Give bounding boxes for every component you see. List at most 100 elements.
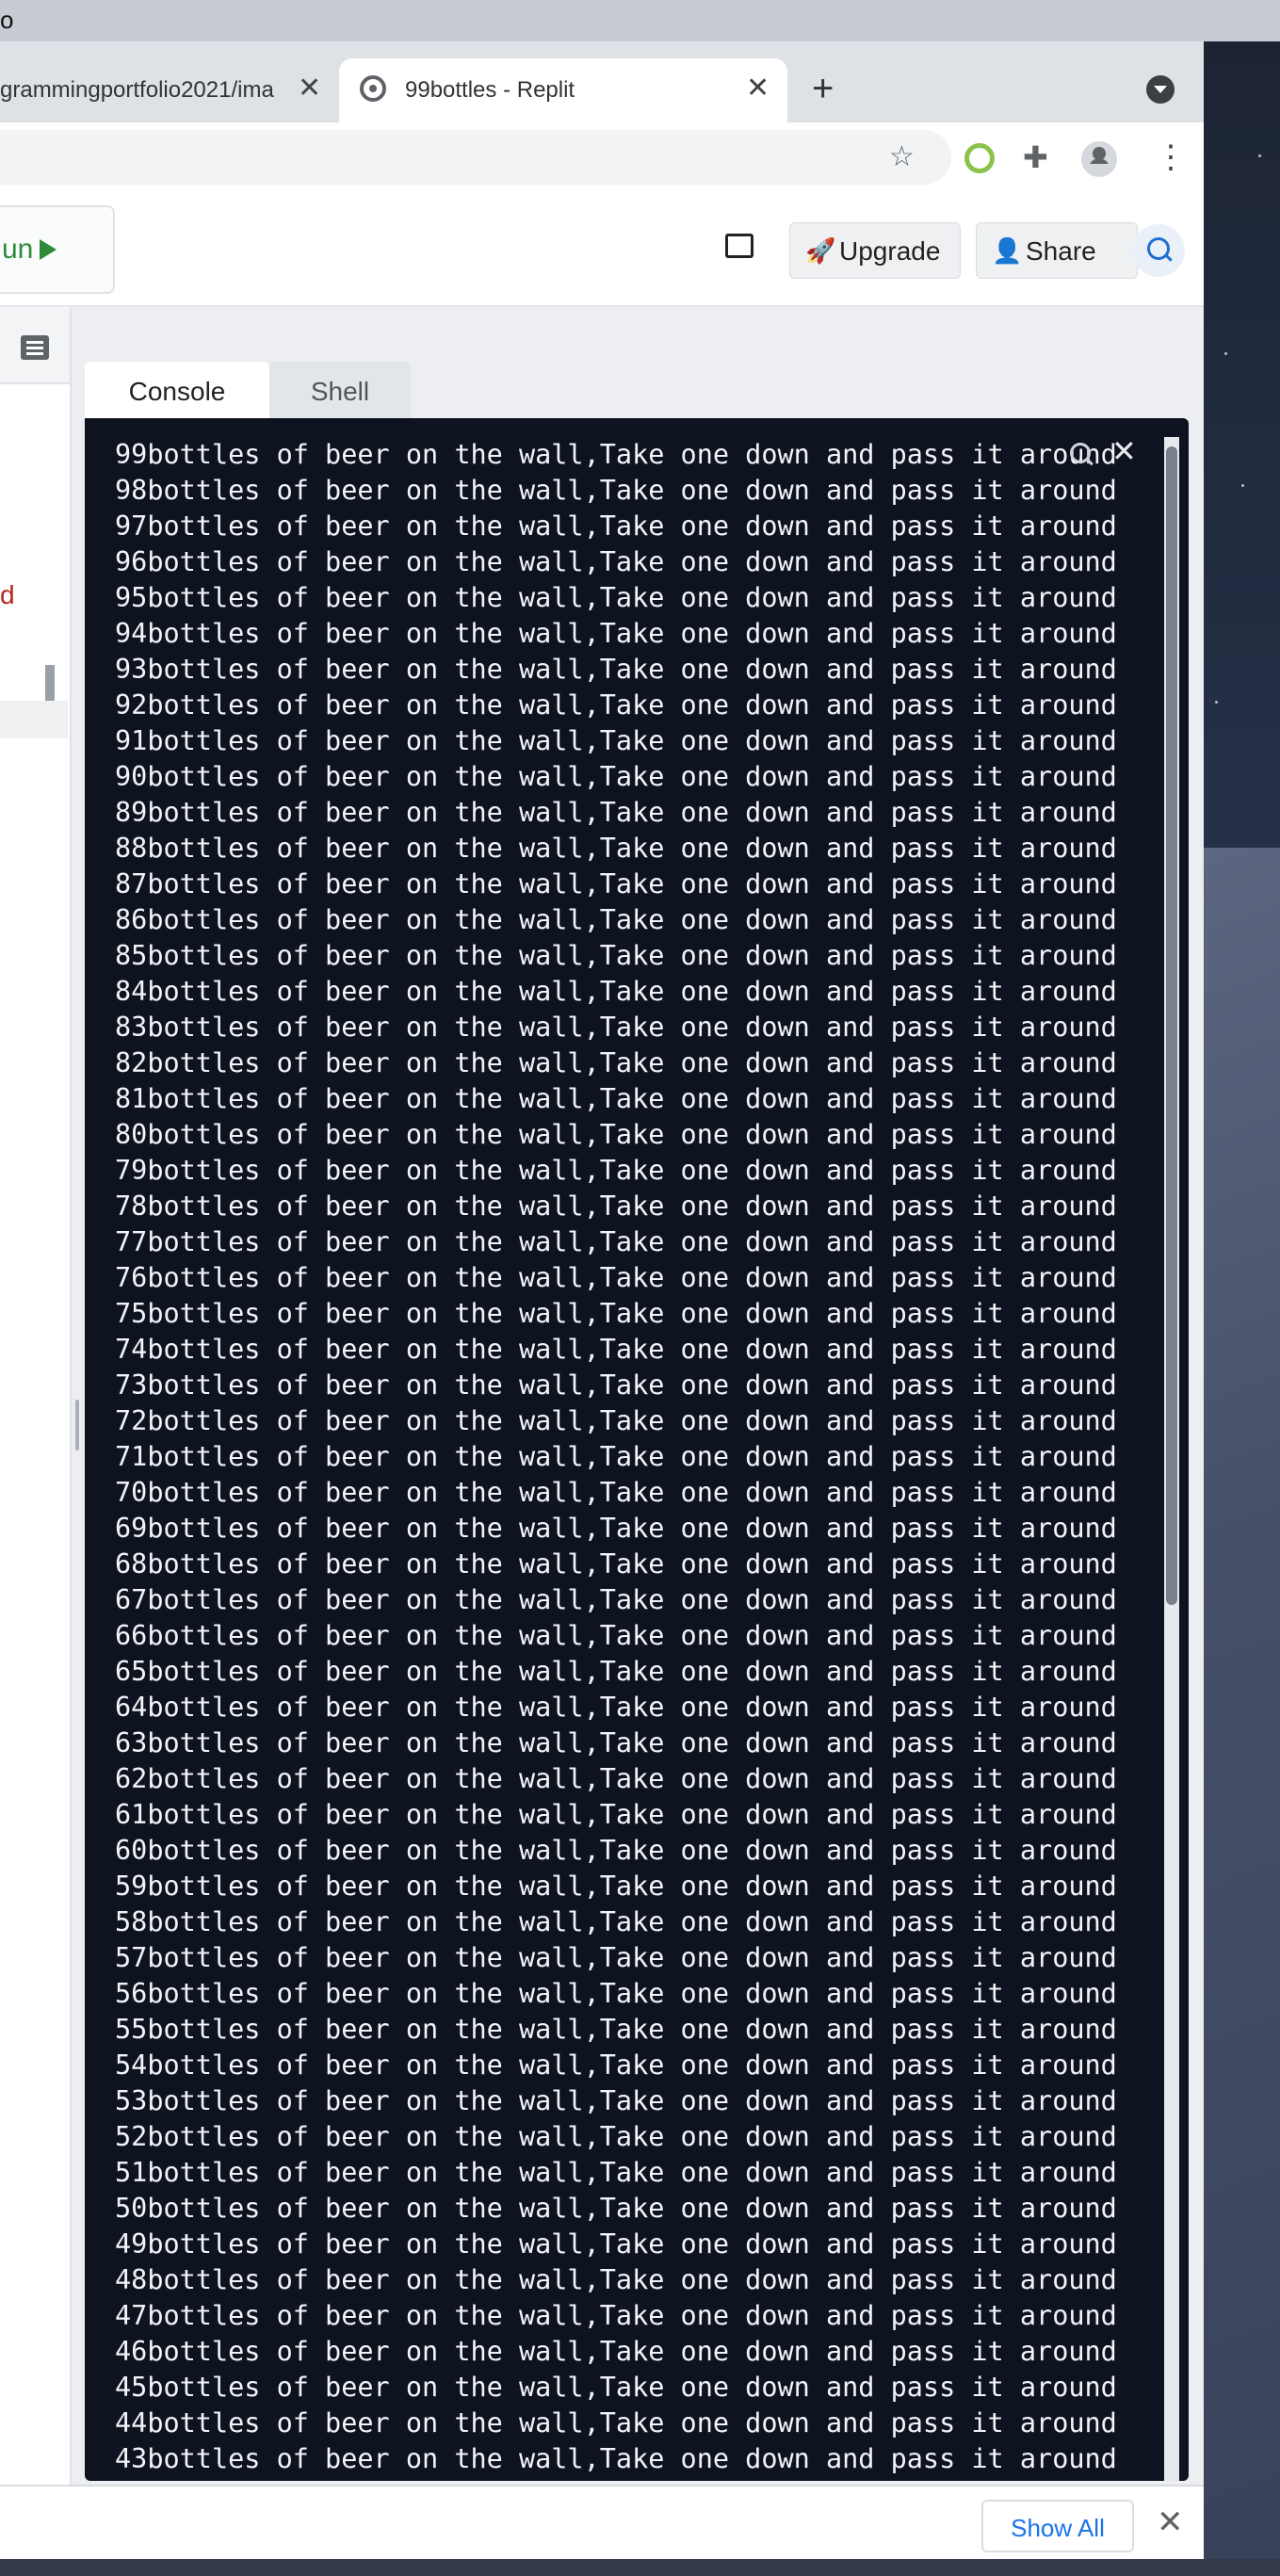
console-line: 58bottles of beer on the wall,Take one d… bbox=[115, 1906, 1117, 1937]
close-icon[interactable]: ✕ bbox=[1157, 2503, 1184, 2541]
console-line: 83bottles of beer on the wall,Take one d… bbox=[115, 1012, 1117, 1043]
console-output[interactable]: 99bottles of beer on the wall,Take one d… bbox=[85, 418, 1189, 2481]
console-line: 49bottles of beer on the wall,Take one d… bbox=[115, 2228, 1117, 2260]
close-icon[interactable]: ✕ bbox=[298, 72, 321, 105]
console-line: 64bottles of beer on the wall,Take one d… bbox=[115, 1692, 1117, 1723]
tab-title: 99bottles - Replit bbox=[405, 77, 575, 103]
console-line: 84bottles of beer on the wall,Take one d… bbox=[115, 976, 1117, 1007]
console-line: 59bottles of beer on the wall,Take one d… bbox=[115, 1871, 1117, 1902]
kebab-menu-icon[interactable]: ⋮ bbox=[1155, 141, 1187, 173]
console-line: 63bottles of beer on the wall,Take one d… bbox=[115, 1727, 1117, 1758]
share-label: Share bbox=[1026, 236, 1096, 266]
console-line: 81bottles of beer on the wall,Take one d… bbox=[115, 1083, 1117, 1114]
console-line: 89bottles of beer on the wall,Take one d… bbox=[115, 797, 1117, 828]
close-icon[interactable]: ✕ bbox=[1111, 433, 1137, 469]
console-line: 90bottles of beer on the wall,Take one d… bbox=[115, 761, 1117, 792]
extension-status-icon[interactable] bbox=[964, 143, 995, 173]
run-button[interactable]: un bbox=[0, 205, 115, 294]
replit-header: un 🚀 Upgrade 👤 Share bbox=[0, 192, 1204, 307]
console-line: 51bottles of beer on the wall,Take one d… bbox=[115, 2157, 1117, 2188]
macos-menubar: o bbox=[0, 0, 1280, 41]
console-line: 77bottles of beer on the wall,Take one d… bbox=[115, 1226, 1117, 1257]
editor-panel: d bbox=[0, 307, 72, 2485]
console-line: 53bottles of beer on the wall,Take one d… bbox=[115, 2085, 1117, 2116]
console-line: 61bottles of beer on the wall,Take one d… bbox=[115, 1799, 1117, 1830]
download-bar: Show All ✕ bbox=[0, 2485, 1204, 2561]
console-line: 88bottles of beer on the wall,Take one d… bbox=[115, 833, 1117, 864]
console-line: 92bottles of beer on the wall,Take one d… bbox=[115, 689, 1117, 721]
console-line: 70bottles of beer on the wall,Take one d… bbox=[115, 1477, 1117, 1508]
editor-panel-header bbox=[0, 307, 70, 384]
console-line: 71bottles of beer on the wall,Take one d… bbox=[115, 1441, 1117, 1472]
add-person-icon: 👤 bbox=[992, 236, 1023, 265]
console-line: 82bottles of beer on the wall,Take one d… bbox=[115, 1047, 1117, 1078]
console-line: 79bottles of beer on the wall,Take one d… bbox=[115, 1155, 1117, 1186]
show-all-button[interactable]: Show All bbox=[981, 2500, 1134, 2552]
pane-resize-handle[interactable] bbox=[75, 1400, 79, 1450]
dock-strip bbox=[0, 2559, 1280, 2576]
console-line: 56bottles of beer on the wall,Take one d… bbox=[115, 1978, 1117, 2009]
console-line: 45bottles of beer on the wall,Take one d… bbox=[115, 2372, 1117, 2403]
search-icon[interactable] bbox=[1070, 443, 1091, 463]
upgrade-button[interactable]: 🚀 Upgrade bbox=[789, 222, 961, 279]
desktop-dune bbox=[1204, 848, 1280, 2576]
scrollbar-thumb[interactable] bbox=[1166, 446, 1177, 1605]
new-tab-button[interactable]: + bbox=[812, 70, 834, 107]
file-tree-icon[interactable] bbox=[21, 335, 49, 360]
console-line: 57bottles of beer on the wall,Take one d… bbox=[115, 1942, 1117, 1973]
console-line: 60bottles of beer on the wall,Take one d… bbox=[115, 1835, 1117, 1866]
console-line: 73bottles of beer on the wall,Take one d… bbox=[115, 1369, 1117, 1401]
console-line: 99bottles of beer on the wall,Take one d… bbox=[115, 439, 1117, 470]
console-line: 44bottles of beer on the wall,Take one d… bbox=[115, 2407, 1117, 2438]
console-line: 46bottles of beer on the wall,Take one d… bbox=[115, 2336, 1117, 2367]
close-icon[interactable]: ✕ bbox=[746, 72, 770, 105]
tab-strip: grammingportfolio2021/ima ✕ 99bottles - … bbox=[0, 41, 1204, 122]
profile-icon[interactable] bbox=[1081, 141, 1117, 177]
console-line: 97bottles of beer on the wall,Take one d… bbox=[115, 510, 1117, 542]
console-lines: 99bottles of beer on the wall,Take one d… bbox=[115, 437, 1117, 2477]
browser-tab-replit[interactable]: 99bottles - Replit ✕ bbox=[339, 58, 787, 122]
console-line: 69bottles of beer on the wall,Take one d… bbox=[115, 1513, 1117, 1544]
star-icon[interactable]: ☆ bbox=[889, 141, 915, 173]
console-line: 72bottles of beer on the wall,Take one d… bbox=[115, 1405, 1117, 1436]
console-line: 48bottles of beer on the wall,Take one d… bbox=[115, 2264, 1117, 2295]
console-line: 93bottles of beer on the wall,Take one d… bbox=[115, 654, 1117, 685]
replit-favicon-icon bbox=[360, 75, 386, 102]
console-line: 68bottles of beer on the wall,Take one d… bbox=[115, 1548, 1117, 1580]
console-scrollbar[interactable] bbox=[1164, 437, 1179, 2481]
browser-window: grammingportfolio2021/ima ✕ 99bottles - … bbox=[0, 41, 1204, 2561]
console-line: 65bottles of beer on the wall,Take one d… bbox=[115, 1656, 1117, 1687]
show-all-label: Show All bbox=[1011, 2514, 1105, 2542]
console-line: 67bottles of beer on the wall,Take one d… bbox=[115, 1584, 1117, 1615]
console-line: 96bottles of beer on the wall,Take one d… bbox=[115, 546, 1117, 577]
puzzle-icon[interactable]: ✚ bbox=[1023, 141, 1048, 173]
tab-console[interactable]: Console bbox=[85, 362, 269, 418]
tab-console-label: Console bbox=[128, 377, 226, 406]
tab-shell[interactable]: Shell bbox=[269, 362, 411, 418]
upgrade-label: Upgrade bbox=[839, 236, 941, 266]
console-line: 55bottles of beer on the wall,Take one d… bbox=[115, 2014, 1117, 2045]
console-line: 87bottles of beer on the wall,Take one d… bbox=[115, 868, 1117, 899]
tab-search-icon[interactable] bbox=[1146, 75, 1175, 104]
editor-text-fragment: d bbox=[0, 580, 15, 609]
console-line: 52bottles of beer on the wall,Take one d… bbox=[115, 2121, 1117, 2152]
browser-toolbar: ☆ ✚ ⋮ bbox=[0, 122, 1204, 193]
search-icon[interactable] bbox=[1132, 224, 1185, 277]
editor-scrollbar[interactable] bbox=[45, 665, 55, 701]
address-bar[interactable] bbox=[0, 130, 951, 185]
browser-tab-portfolio[interactable]: grammingportfolio2021/ima ✕ bbox=[0, 58, 332, 122]
chat-icon[interactable] bbox=[725, 234, 753, 258]
console-line: 74bottles of beer on the wall,Take one d… bbox=[115, 1334, 1117, 1365]
console-line: 43bottles of beer on the wall,Take one d… bbox=[115, 2443, 1117, 2474]
console-line: 54bottles of beer on the wall,Take one d… bbox=[115, 2049, 1117, 2081]
console-line: 75bottles of beer on the wall,Take one d… bbox=[115, 1298, 1117, 1329]
console-line: 66bottles of beer on the wall,Take one d… bbox=[115, 1620, 1117, 1651]
console-line: 95bottles of beer on the wall,Take one d… bbox=[115, 582, 1117, 613]
tab-shell-label: Shell bbox=[310, 377, 370, 406]
console-line: 86bottles of beer on the wall,Take one d… bbox=[115, 904, 1117, 935]
console-line: 94bottles of beer on the wall,Take one d… bbox=[115, 618, 1117, 649]
console-line: 62bottles of beer on the wall,Take one d… bbox=[115, 1763, 1117, 1794]
tab-title: grammingportfolio2021/ima bbox=[0, 77, 274, 103]
share-button[interactable]: 👤 Share bbox=[976, 222, 1138, 279]
console-line: 50bottles of beer on the wall,Take one d… bbox=[115, 2193, 1117, 2224]
